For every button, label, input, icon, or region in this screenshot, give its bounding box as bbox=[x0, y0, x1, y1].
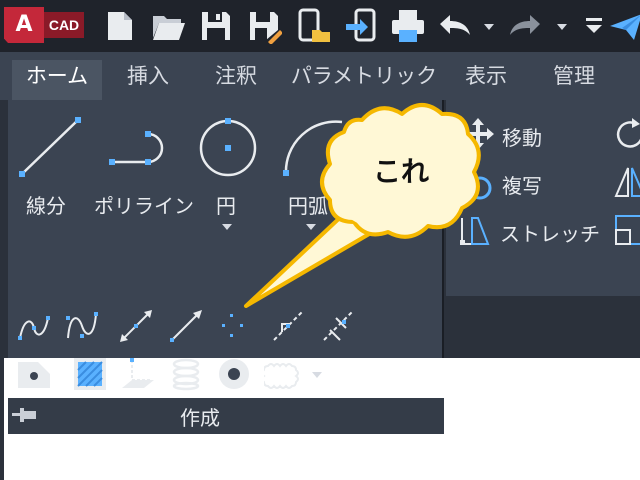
stretch-icon[interactable] bbox=[458, 212, 494, 248]
arc-label: 円弧 bbox=[288, 194, 328, 218]
copy-icon[interactable] bbox=[460, 164, 496, 200]
donut-icon[interactable] bbox=[216, 356, 252, 392]
revision-cloud-icon[interactable] bbox=[264, 356, 300, 392]
save-as-icon[interactable] bbox=[246, 8, 282, 44]
arc-dropdown-icon[interactable] bbox=[306, 224, 316, 230]
open-folder-icon[interactable] bbox=[150, 8, 186, 44]
tab-view[interactable]: 表示 bbox=[450, 60, 522, 100]
spline-fit-icon[interactable] bbox=[16, 308, 52, 344]
circle-dropdown-icon[interactable] bbox=[222, 224, 232, 230]
undo-icon[interactable] bbox=[436, 8, 472, 44]
logo-text: CAD bbox=[44, 12, 84, 38]
undo-dropdown-icon[interactable] bbox=[484, 24, 494, 30]
move-label: 移動 bbox=[502, 126, 542, 150]
redo-dropdown-icon[interactable] bbox=[557, 24, 567, 30]
arc-icon[interactable] bbox=[276, 112, 348, 184]
polyline-icon[interactable] bbox=[104, 116, 176, 188]
circle-label: 円 bbox=[216, 194, 236, 218]
line-label: 線分 bbox=[26, 194, 66, 218]
save-icon[interactable] bbox=[198, 8, 234, 44]
ray-icon[interactable] bbox=[168, 308, 204, 344]
tab-insert[interactable]: 挿入 bbox=[112, 60, 184, 100]
rotate-icon[interactable] bbox=[612, 116, 640, 152]
polyline-label: ポリライン bbox=[94, 194, 194, 218]
save-to-mobile-icon[interactable] bbox=[344, 8, 380, 44]
region-icon[interactable] bbox=[16, 356, 52, 392]
draw-panel-title[interactable]: 作成 bbox=[180, 402, 220, 431]
measure-icon[interactable] bbox=[320, 308, 356, 344]
tab-parametric[interactable]: パラメトリック bbox=[290, 60, 438, 100]
move-icon[interactable] bbox=[460, 116, 496, 152]
logo-letter: A bbox=[4, 7, 44, 43]
spline-cv-icon[interactable] bbox=[64, 308, 100, 344]
app-logo[interactable]: A CAD bbox=[4, 7, 84, 43]
callout-text: これ bbox=[373, 155, 430, 188]
mirror-icon[interactable] bbox=[612, 164, 640, 200]
circle-icon[interactable] bbox=[192, 112, 264, 184]
multiple-points-icon[interactable] bbox=[216, 308, 252, 344]
tab-annotate[interactable]: 注釈 bbox=[200, 60, 272, 100]
stretch-label: ストレッチ bbox=[500, 222, 600, 246]
tab-home[interactable]: ホーム bbox=[12, 60, 102, 100]
helix-icon[interactable] bbox=[168, 356, 204, 392]
boundary-icon[interactable] bbox=[120, 356, 156, 392]
cloud-dropdown-icon[interactable] bbox=[312, 372, 322, 378]
copy-label: 複写 bbox=[502, 174, 542, 198]
open-from-mobile-icon[interactable] bbox=[296, 8, 332, 44]
scale-icon[interactable] bbox=[612, 212, 640, 248]
app-window: { "app": {"logo_letter": "A", "logo_text… bbox=[0, 0, 640, 480]
new-file-icon[interactable] bbox=[102, 8, 138, 44]
print-icon[interactable] bbox=[390, 8, 426, 44]
divide-icon[interactable] bbox=[270, 308, 306, 344]
pin-icon[interactable] bbox=[10, 404, 40, 426]
draw-panel-footer bbox=[8, 398, 444, 434]
redo-icon[interactable] bbox=[508, 8, 544, 44]
construction-line-icon[interactable] bbox=[118, 308, 154, 344]
line-icon[interactable] bbox=[14, 110, 86, 182]
share-icon[interactable] bbox=[608, 8, 640, 44]
ribbon-empty-area bbox=[446, 296, 640, 358]
tab-manage[interactable]: 管理 bbox=[538, 60, 610, 100]
hatch-icon[interactable] bbox=[72, 356, 108, 392]
